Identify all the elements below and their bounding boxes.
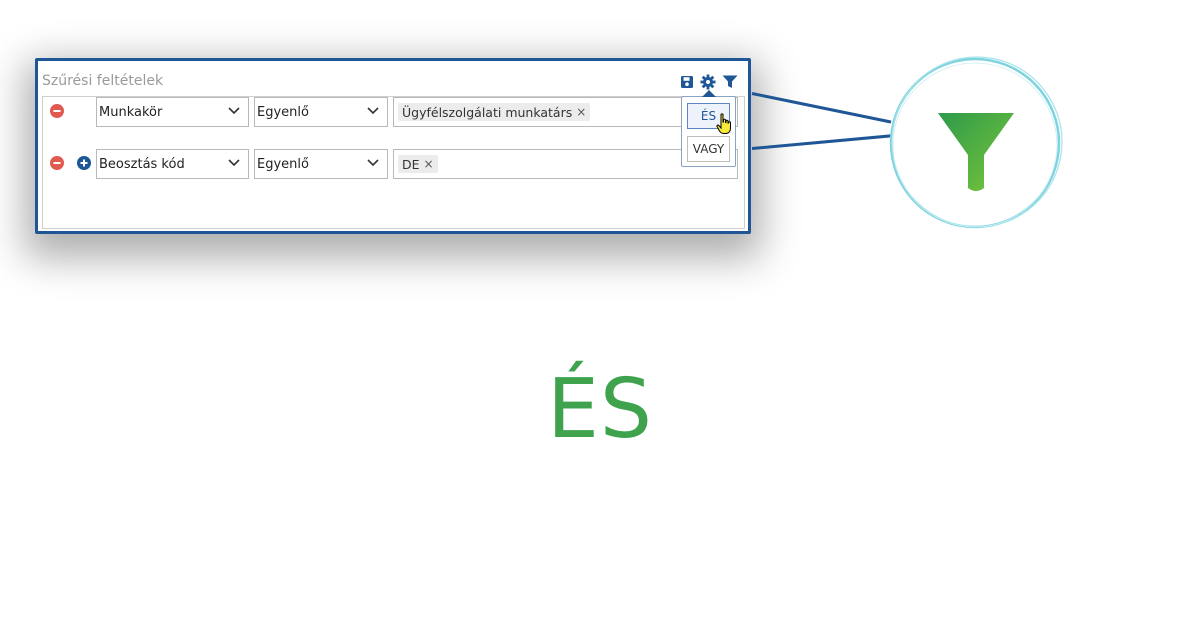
field-select[interactable]: Beosztás kód	[96, 149, 249, 179]
panel-title: Szűrési feltételek	[42, 73, 164, 89]
chevron-down-icon	[228, 159, 240, 167]
operator-select-value: Egyenlő	[257, 104, 309, 120]
field-select-value: Beosztás kód	[99, 156, 185, 172]
value-tag-label: Ügyfélszolgálati munkatárs	[402, 104, 573, 120]
value-tag: DE ×	[398, 155, 438, 173]
gear-icon[interactable]	[700, 74, 716, 90]
value-tag-label: DE	[402, 156, 420, 172]
filter-panel: Szűrési feltételek	[35, 58, 751, 234]
hand-cursor-icon	[716, 113, 732, 140]
field-select[interactable]: Munkakör	[96, 97, 249, 127]
logic-caption: ÉS	[547, 362, 653, 457]
remove-row-icon[interactable]	[50, 104, 64, 118]
chevron-down-icon	[367, 107, 379, 115]
field-select-value: Munkakör	[99, 104, 163, 120]
zoom-circle	[886, 54, 1066, 234]
connector-line	[751, 134, 894, 150]
operator-select[interactable]: Egyenlő	[254, 149, 388, 179]
chevron-down-icon	[228, 107, 240, 115]
add-row-icon[interactable]	[77, 156, 91, 170]
filter-icon[interactable]	[722, 75, 738, 89]
chevron-down-icon	[367, 159, 379, 167]
save-icon[interactable]	[680, 75, 694, 89]
tag-remove-icon[interactable]: ×	[424, 157, 434, 171]
value-tag: Ügyfélszolgálati munkatárs ×	[398, 103, 591, 121]
operator-select-value: Egyenlő	[257, 156, 309, 172]
tag-remove-icon[interactable]: ×	[576, 105, 586, 119]
connector-line	[751, 92, 892, 124]
remove-row-icon[interactable]	[50, 156, 64, 170]
panel-toolbar	[680, 73, 738, 91]
operator-select[interactable]: Egyenlő	[254, 97, 388, 127]
